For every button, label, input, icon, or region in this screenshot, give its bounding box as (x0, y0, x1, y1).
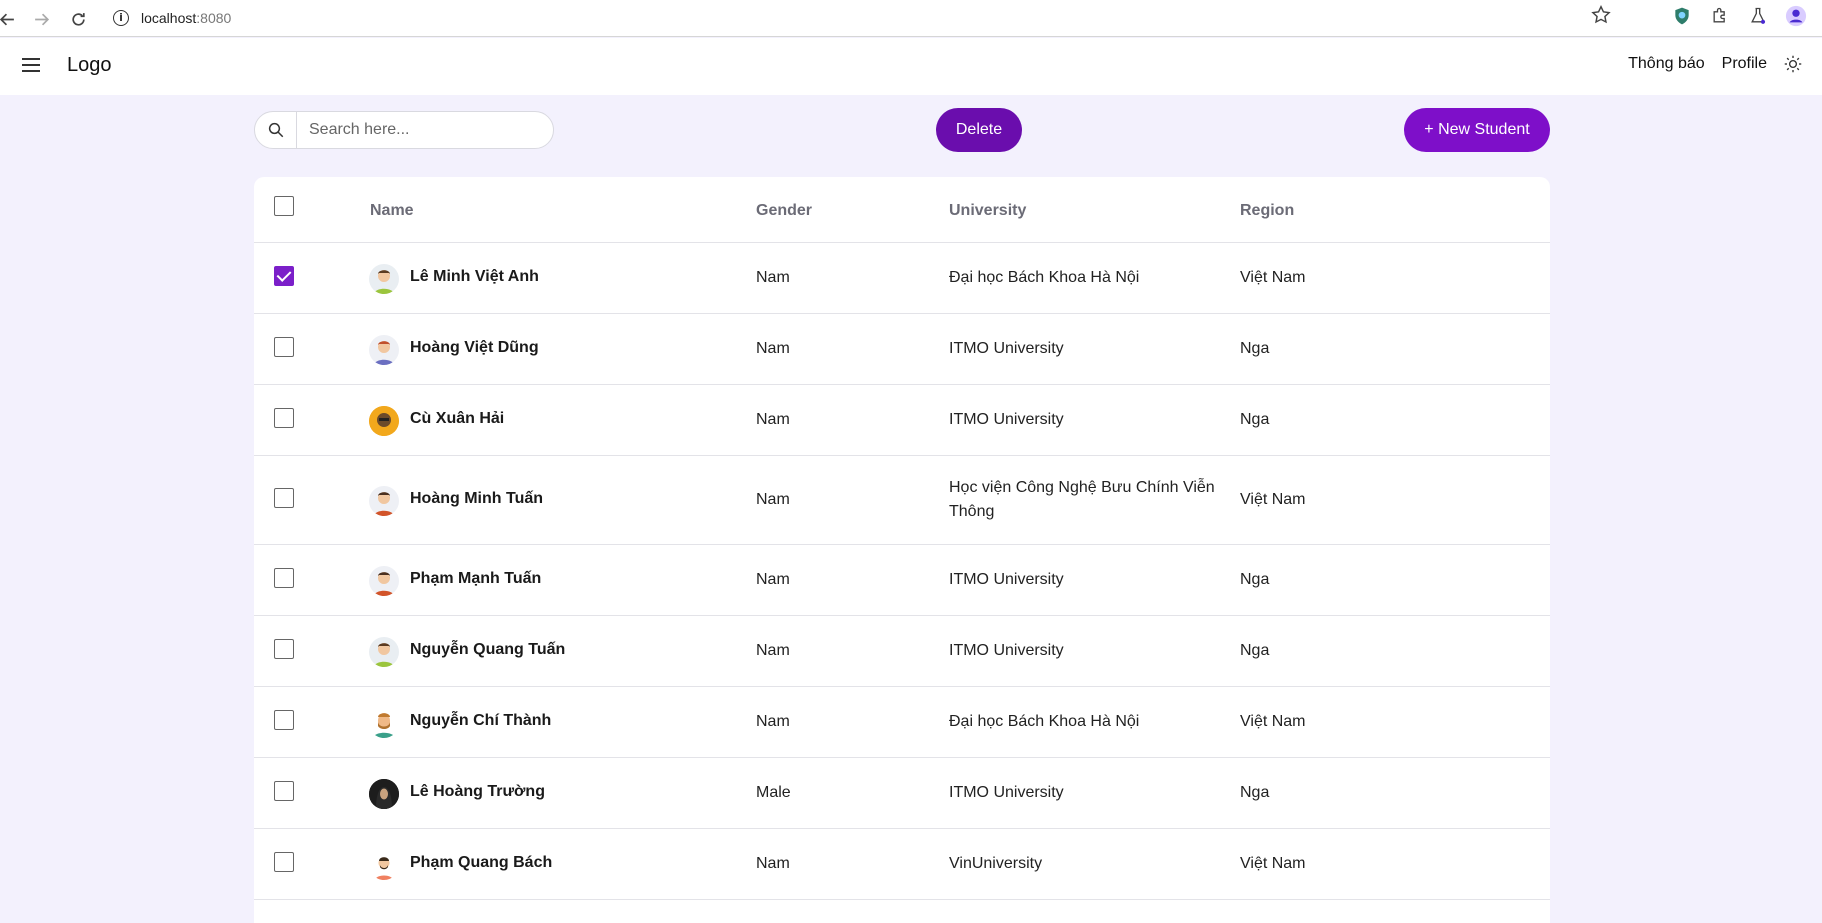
back-icon[interactable] (0, 4, 22, 34)
student-region: Việt Nam (1240, 713, 1306, 730)
table-row[interactable]: Phạm Quang Bách Nam VinUniversity Việt N… (254, 829, 1550, 900)
avatar (369, 486, 399, 516)
student-university: ITMO University (949, 340, 1064, 357)
table-row[interactable]: Lê Minh Việt Anh Nam Đại học Bách Khoa H… (254, 243, 1550, 314)
student-university: VinUniversity (949, 855, 1043, 872)
forward-icon[interactable] (26, 4, 56, 34)
student-region: Việt Nam (1240, 491, 1306, 508)
student-university: ITMO University (949, 784, 1064, 801)
table-header: Name Gender University Region (254, 177, 1550, 243)
app-header: Logo Thông báo Profile (0, 38, 1822, 95)
student-name: Nguyễn Quang Tuấn (410, 641, 566, 658)
student-university: Đại học Bách Khoa Hà Nội (949, 713, 1140, 730)
row-checkbox[interactable] (274, 710, 294, 730)
avatar (369, 779, 399, 809)
row-checkbox[interactable] (274, 266, 294, 286)
student-name: Lê Minh Việt Anh (410, 268, 539, 285)
avatar (369, 264, 399, 294)
avatar (369, 406, 399, 436)
student-region: Nga (1240, 784, 1270, 801)
address-bar[interactable]: i localhost:8080 (105, 3, 1575, 32)
student-university: Học viện Công Nghệ Bưu Chính Viễn Thông (949, 479, 1215, 520)
search-input[interactable] (297, 112, 553, 148)
student-region: Nga (1240, 571, 1270, 588)
select-all-checkbox[interactable] (274, 196, 294, 216)
avatar (369, 335, 399, 365)
row-checkbox[interactable] (274, 852, 294, 872)
avatar (369, 566, 399, 596)
delete-button[interactable]: Delete (936, 108, 1022, 152)
student-name: Phạm Mạnh Tuấn (410, 570, 542, 587)
row-checkbox[interactable] (274, 639, 294, 659)
logo[interactable]: Logo (67, 54, 112, 77)
student-gender: Nam (756, 855, 790, 872)
student-gender: Male (756, 784, 791, 801)
student-university: Đại học Bách Khoa Hà Nội (949, 269, 1140, 286)
profile-link[interactable]: Profile (1722, 55, 1767, 73)
student-gender: Nam (756, 642, 790, 659)
row-checkbox[interactable] (274, 781, 294, 801)
student-name: Phạm Quang Bách (410, 854, 553, 871)
avatar (369, 708, 399, 738)
student-region: Nga (1240, 411, 1270, 428)
student-gender: Nam (756, 713, 790, 730)
table-row[interactable]: Nguyễn Chí Thành Nam Đại học Bách Khoa H… (254, 687, 1550, 758)
column-header-university[interactable]: University (949, 202, 1026, 220)
table-row[interactable]: Lê Hoàng Trường Male ITMO University Nga (254, 758, 1550, 829)
student-region: Việt Nam (1240, 855, 1306, 872)
row-checkbox[interactable] (274, 488, 294, 508)
row-checkbox[interactable] (274, 408, 294, 428)
student-name: Lê Hoàng Trường (410, 783, 545, 800)
student-gender: Nam (756, 269, 790, 286)
theme-toggle-sun-icon[interactable] (1784, 55, 1802, 73)
row-checkbox[interactable] (274, 337, 294, 357)
browser-toolbar: i localhost:8080 (0, 0, 1822, 37)
student-gender: Nam (756, 411, 790, 428)
student-gender: Nam (756, 340, 790, 357)
reload-icon[interactable] (63, 4, 93, 34)
site-info-icon[interactable]: i (113, 9, 129, 26)
search-icon[interactable] (255, 112, 297, 148)
column-header-region[interactable]: Region (1240, 202, 1294, 220)
student-name: Cù Xuân Hải (410, 410, 505, 427)
student-university: ITMO University (949, 411, 1064, 428)
hamburger-menu-icon[interactable] (22, 58, 40, 72)
student-gender: Nam (756, 571, 790, 588)
student-gender: Nam (756, 491, 790, 508)
student-region: Nga (1240, 340, 1270, 357)
column-header-gender[interactable]: Gender (756, 202, 812, 220)
shield-extension-icon[interactable] (1670, 4, 1694, 28)
student-name: Hoàng Minh Tuấn (410, 490, 544, 507)
students-table: Name Gender University Region Lê Minh Vi… (254, 177, 1550, 923)
student-university: ITMO University (949, 642, 1064, 659)
url-text: localhost:8080 (141, 9, 232, 26)
search-box (254, 111, 554, 149)
table-row[interactable]: Phạm Mạnh Tuấn Nam ITMO University Nga (254, 545, 1550, 616)
table-row[interactable]: Nguyễn Quang Tuấn Nam ITMO University Ng… (254, 616, 1550, 687)
row-checkbox[interactable] (274, 568, 294, 588)
student-university: ITMO University (949, 571, 1064, 588)
table-row[interactable]: Hoàng Việt Dũng Nam ITMO University Nga (254, 314, 1550, 385)
student-name: Nguyễn Chí Thành (410, 712, 552, 729)
column-header-name[interactable]: Name (370, 202, 414, 220)
student-name: Hoàng Việt Dũng (410, 339, 539, 356)
new-student-button[interactable]: + New Student (1404, 108, 1550, 152)
extensions-puzzle-icon[interactable] (1708, 4, 1732, 28)
table-row[interactable]: Cù Xuân Hải Nam ITMO University Nga (254, 385, 1550, 456)
profile-avatar-icon[interactable] (1784, 4, 1808, 28)
student-region: Việt Nam (1240, 269, 1306, 286)
notifications-link[interactable]: Thông báo (1628, 55, 1705, 73)
labs-flask-icon[interactable] (1746, 4, 1770, 28)
student-region: Nga (1240, 642, 1270, 659)
table-row[interactable]: Hoàng Minh Tuấn Nam Học viện Công Nghệ B… (254, 456, 1550, 545)
avatar (369, 850, 399, 880)
avatar (369, 637, 399, 667)
bookmark-star-icon[interactable] (1590, 4, 1612, 26)
